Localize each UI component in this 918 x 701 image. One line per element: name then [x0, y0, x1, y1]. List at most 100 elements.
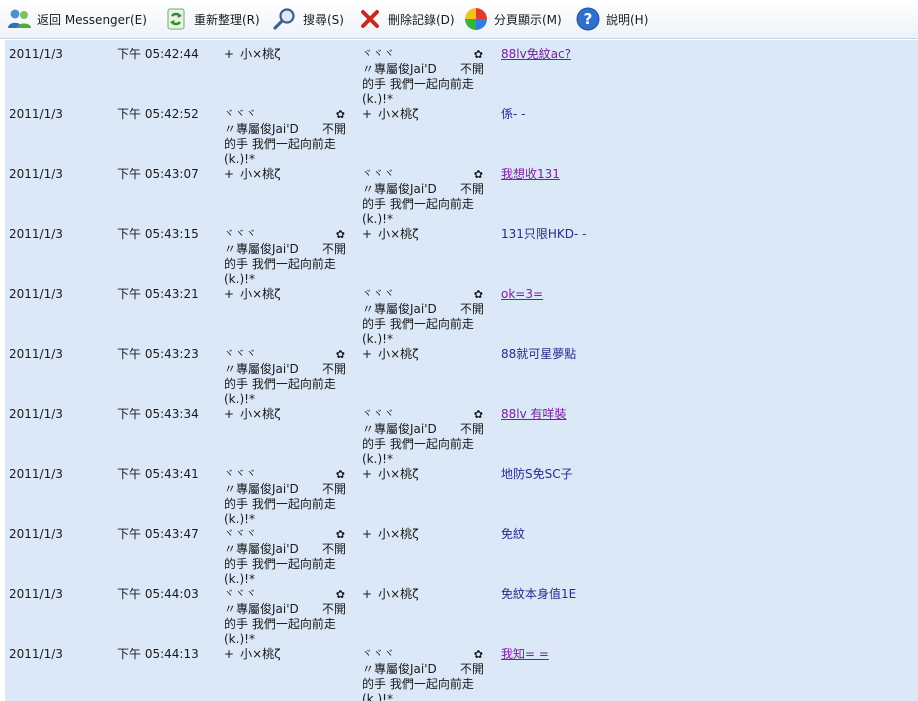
help-button[interactable]: ? 說明(H): [575, 0, 648, 38]
nickname-line: 〃專屬俊Jai'D 不開: [362, 662, 484, 677]
nickname-line: 的手 我們一起向前走: [224, 137, 346, 152]
nickname-line: 的手 我們一起向前走: [224, 257, 346, 272]
search-button[interactable]: 搜尋(S): [272, 0, 344, 38]
nickname-text: 不開: [321, 542, 346, 556]
nickname-line: ヾヾヾ ✿: [224, 227, 346, 242]
message-row[interactable]: 2011/1/3 下午 05:43:47 ヾヾヾ ✿ 〃專屬俊Jai'D 不開 的手 我們一…: [5, 520, 918, 586]
message-row[interactable]: 2011/1/3 下午 05:44:13 + 小×桃ζ ヾヾヾ ✿ 〃專屬俊Jai'D 不開的…: [5, 640, 918, 701]
nickname-text: 不開: [459, 422, 484, 436]
sender-nickname: ヾヾヾ ✿ 〃專屬俊Jai'D 不開 的手 我們一起向前走 (k.)!*: [224, 467, 346, 527]
recipient-nickname: + 小×桃ζ: [362, 467, 484, 482]
nickname-line: 〃專屬俊Jai'D 不開: [224, 362, 346, 377]
nickname-text: 的手 我們一起向前走: [362, 317, 474, 331]
flower-symbol: ✿: [335, 588, 346, 601]
nickname-text: 不開: [459, 62, 484, 76]
nickname-text: ヾヾヾ: [362, 289, 395, 300]
nickname-text: 〃專屬俊Jai'D: [362, 62, 437, 76]
message-text: 地防S免SC子: [501, 467, 573, 481]
nickname-text: 小×桃ζ: [240, 47, 281, 61]
message-row[interactable]: 2011/1/3 下午 05:43:41 ヾヾヾ ✿ 〃專屬俊Jai'D 不開 的手 我們一…: [5, 460, 918, 526]
nickname-line: ヾヾヾ ✿: [224, 527, 346, 542]
nickname-line: 〃專屬俊Jai'D 不開: [362, 422, 484, 437]
nickname-text: 〃專屬俊Jai'D: [224, 602, 299, 616]
nickname-text: 的手 我們一起向前走: [362, 197, 474, 211]
message-link[interactable]: 88lv免紋ac?: [501, 47, 571, 62]
nickname-line: 〃專屬俊Jai'D 不開: [224, 242, 346, 257]
message-date: 2011/1/3: [9, 287, 63, 301]
nickname-text: 〃專屬俊Jai'D: [362, 662, 437, 676]
message-link[interactable]: 我想收131: [501, 167, 560, 182]
nickname-text: 不開: [321, 362, 346, 376]
nickname-text: 的手 我們一起向前走: [362, 677, 474, 691]
flower-symbol: ✿: [473, 408, 484, 421]
message-row[interactable]: 2011/1/3 下午 05:42:52 ヾヾヾ ✿ 〃專屬俊Jai'D 不開 的手 我們一…: [5, 100, 918, 166]
nickname-prefix: +: [224, 647, 235, 661]
nickname-text: ヾヾヾ: [224, 349, 257, 360]
nickname-line: 的手 我們一起向前走: [362, 77, 484, 92]
message-link[interactable]: 88lv 有咩裝: [501, 407, 567, 422]
paged-view-button[interactable]: 分頁顯示(M): [463, 0, 562, 38]
flower-symbol: ✿: [473, 168, 484, 181]
nickname-text: 不開: [321, 602, 346, 616]
flower-symbol: ✿: [335, 528, 346, 541]
message-date: 2011/1/3: [9, 47, 63, 61]
message-row[interactable]: 2011/1/3 下午 05:44:03 ヾヾヾ ✿ 〃專屬俊Jai'D 不開 的手 我們一…: [5, 580, 918, 646]
nickname-prefix: +: [362, 347, 373, 361]
message-row[interactable]: 2011/1/3 下午 05:43:07 + 小×桃ζ ヾヾヾ ✿ 〃專屬俊Jai'D 不開的…: [5, 160, 918, 226]
nickname-prefix: +: [224, 167, 235, 181]
nickname-line: 的手 我們一起向前走: [224, 377, 346, 392]
refresh-icon: [167, 8, 185, 30]
message-row[interactable]: 2011/1/3 下午 05:42:44 + 小×桃ζ ヾヾヾ ✿ 〃專屬俊Jai'D 不開的…: [5, 40, 918, 106]
nickname-text: 的手 我們一起向前走: [224, 557, 336, 571]
message-date: 2011/1/3: [9, 467, 63, 481]
flower-symbol: ✿: [335, 348, 346, 361]
recipient-nickname: + 小×桃ζ: [362, 587, 484, 602]
nickname-text: ヾヾヾ: [224, 109, 257, 120]
refresh-button[interactable]: 重新整理(R): [163, 0, 260, 38]
message-row[interactable]: 2011/1/3 下午 05:43:21 + 小×桃ζ ヾヾヾ ✿ 〃專屬俊Jai'D 不開的…: [5, 280, 918, 346]
nickname-text: 的手 我們一起向前走: [224, 137, 336, 151]
nickname-text: 的手 我們一起向前走: [362, 437, 474, 451]
sender-nickname: ヾヾヾ ✿ 〃專屬俊Jai'D 不開 的手 我們一起向前走 (k.)!*: [224, 587, 346, 647]
sender-nickname: + 小×桃ζ: [224, 287, 346, 302]
message-history-list[interactable]: 2011/1/3 下午 05:42:44 + 小×桃ζ ヾヾヾ ✿ 〃專屬俊Jai'D 不開的…: [0, 40, 918, 701]
nickname-text: 〃專屬俊Jai'D: [224, 122, 299, 136]
message-row[interactable]: 2011/1/3 下午 05:43:34 + 小×桃ζ ヾヾヾ ✿ 〃專屬俊Jai'D 不開的…: [5, 400, 918, 466]
message-date: 2011/1/3: [9, 527, 63, 541]
recipient-nickname: ヾヾヾ ✿ 〃專屬俊Jai'D 不開 的手 我們一起向前走 (k.)!*: [362, 407, 484, 467]
flower-symbol: ✿: [473, 648, 484, 661]
recipient-nickname: + 小×桃ζ: [362, 227, 484, 242]
nickname-line: 〃專屬俊Jai'D 不開: [224, 482, 346, 497]
delete-history-button[interactable]: 刪除記錄(D): [357, 0, 455, 38]
nickname-text: 不開: [321, 122, 346, 136]
nickname-text: 小×桃ζ: [378, 227, 419, 241]
message-row[interactable]: 2011/1/3 下午 05:43:23 ヾヾヾ ✿ 〃專屬俊Jai'D 不開 的手 我們一…: [5, 340, 918, 406]
nickname-line: ヾヾヾ ✿: [224, 467, 346, 482]
back-to-messenger-button[interactable]: 返回 Messenger(E): [6, 0, 147, 38]
toolbar: 返回 Messenger(E) 重新整理(R) 搜尋(S) 刪除記錄(D) 分頁…: [0, 0, 918, 39]
nickname-line: ヾヾヾ ✿: [362, 167, 484, 182]
nickname-text: ヾヾヾ: [362, 169, 395, 180]
nickname-text: 〃專屬俊Jai'D: [224, 482, 299, 496]
message-time: 下午 05:43:07: [117, 167, 199, 181]
message-text: 88就可星夢點: [501, 347, 577, 361]
nickname-line: ヾヾヾ ✿: [362, 47, 484, 62]
message-link[interactable]: ok=3=: [501, 287, 543, 302]
nickname-text: 不開: [321, 242, 346, 256]
nickname-text: ヾヾヾ: [362, 409, 395, 420]
sender-nickname: + 小×桃ζ: [224, 167, 346, 182]
message-date: 2011/1/3: [9, 107, 63, 121]
message-link[interactable]: 我知= =: [501, 647, 549, 662]
nickname-text: 的手 我們一起向前走: [224, 617, 336, 631]
nickname-line: 〃專屬俊Jai'D 不開: [362, 62, 484, 77]
nickname-text: 〃專屬俊Jai'D: [224, 242, 299, 256]
flower-symbol: ✿: [335, 228, 346, 241]
flower-symbol: ✿: [335, 468, 346, 481]
nickname-text: 小×桃ζ: [378, 467, 419, 481]
nickname-line: 〃專屬俊Jai'D 不開: [362, 182, 484, 197]
nickname-text: ヾヾヾ: [224, 589, 257, 600]
message-row[interactable]: 2011/1/3 下午 05:43:15 ヾヾヾ ✿ 〃專屬俊Jai'D 不開 的手 我們一…: [5, 220, 918, 286]
paged-view-icon: [465, 8, 487, 30]
nickname-text: 〃專屬俊Jai'D: [224, 542, 299, 556]
recipient-nickname: ヾヾヾ ✿ 〃專屬俊Jai'D 不開 的手 我們一起向前走 (k.)!*: [362, 647, 484, 701]
